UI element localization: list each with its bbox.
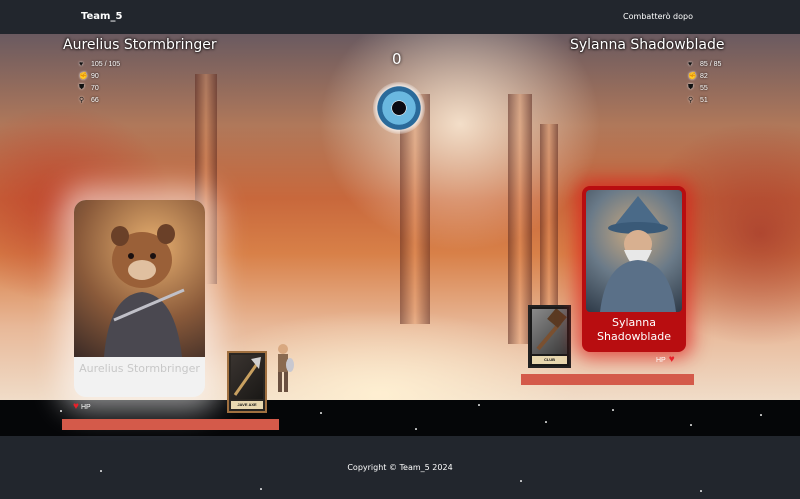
runner-icon: ⚲: [79, 97, 85, 104]
player-left-stats: ♥ 105 / 105 ✊ 90 ⛊ 70 ⚲ 66: [79, 58, 139, 106]
eye-pupil: [392, 101, 406, 115]
player-left-weapon-card[interactable]: JAVE AXE: [227, 351, 267, 413]
copyright-text: Copyright © Team_5 2024: [347, 463, 453, 472]
stat-speed-value: 51: [700, 96, 708, 104]
stat-attack: ✊ 90: [79, 70, 139, 82]
star: [260, 488, 262, 490]
heart-icon: ♥: [688, 60, 693, 68]
player-left-weapon-name: JAVE AXE: [231, 401, 263, 409]
player-right-stats: ♥ 85 / 85 ✊ 82 ⛊ 55 ⚲ 51: [688, 58, 748, 106]
stat-defense-value: 70: [91, 84, 99, 92]
stat-hp: ♥ 105 / 105: [79, 58, 139, 70]
stat-attack: ✊ 82: [688, 70, 748, 82]
stat-speed: ⚲ 66: [79, 94, 139, 106]
club-icon: [532, 308, 567, 354]
hp-text: HP: [80, 403, 91, 411]
player-left-name: Aurelius Stormbringer: [63, 37, 217, 53]
stat-hp: ♥ 85 / 85: [688, 58, 748, 70]
jave-axe-icon: [231, 355, 263, 399]
player-right-weapon-card[interactable]: CLUB: [528, 305, 571, 368]
fist-icon: ✊: [79, 73, 88, 80]
stat-hp-value: 105 / 105: [91, 60, 121, 68]
player-left-portrait: [74, 200, 205, 357]
player-right-hp-bar: [521, 374, 694, 385]
gladiator-figure: [278, 344, 294, 392]
stat-defense: ⛊ 70: [79, 82, 139, 94]
stat-defense: ⛊ 55: [688, 82, 748, 94]
player-right-hp-fill: [521, 374, 694, 385]
star: [612, 409, 614, 411]
star: [545, 421, 547, 423]
stat-attack-value: 82: [700, 72, 708, 80]
star: [760, 414, 762, 416]
wizard-icon: [600, 196, 676, 312]
arena-pillar: [540, 124, 558, 324]
shield-icon: ⛊: [688, 84, 694, 91]
shield-icon: ⛊: [79, 84, 85, 91]
star: [700, 490, 702, 492]
star: [478, 404, 480, 406]
player-left-hp-bar: [62, 419, 279, 430]
eye-orb-icon: [373, 82, 425, 134]
player-left-card[interactable]: Aurelius Stormbringer: [74, 200, 205, 397]
stat-hp-value: 85 / 85: [700, 60, 722, 68]
player-right-hp-label: HP ♥: [656, 355, 677, 365]
heart-icon: ♥: [668, 354, 675, 365]
fist-icon: ✊: [688, 73, 697, 80]
player-left-card-name: Aurelius Stormbringer: [79, 362, 200, 375]
player-right-card-name: Sylanna Shadowblade: [597, 316, 671, 343]
bear-warrior-icon: [104, 224, 185, 357]
heart-icon: ♥: [79, 60, 84, 68]
star: [100, 470, 102, 472]
navbar: Team_5 Combatterò dopo: [0, 0, 800, 34]
star: [690, 424, 692, 426]
player-left-hp-label: ♥ HP: [73, 402, 91, 412]
runner-icon: ⚲: [688, 97, 694, 104]
star: [415, 428, 417, 430]
stat-attack-value: 90: [91, 72, 99, 80]
heart-icon: ♥: [73, 401, 79, 412]
stat-speed: ⚲ 51: [688, 94, 748, 106]
player-right-card[interactable]: Sylanna Shadowblade: [582, 186, 686, 352]
fight-later-link[interactable]: Combatterò dopo: [623, 12, 693, 21]
player-right-portrait: [586, 190, 682, 312]
stat-speed-value: 66: [91, 96, 99, 104]
player-left-hp-fill: [62, 419, 279, 430]
star: [320, 412, 322, 414]
hp-text: HP: [656, 356, 666, 364]
star: [520, 480, 522, 482]
starfield-band: [0, 400, 800, 436]
stat-defense-value: 55: [700, 84, 708, 92]
player-right-weapon-name: CLUB: [532, 356, 567, 364]
turn-counter: 0: [392, 50, 402, 68]
player-right-name: Sylanna Shadowblade: [570, 37, 725, 53]
star: [60, 410, 62, 412]
brand-link[interactable]: Team_5: [81, 11, 122, 22]
